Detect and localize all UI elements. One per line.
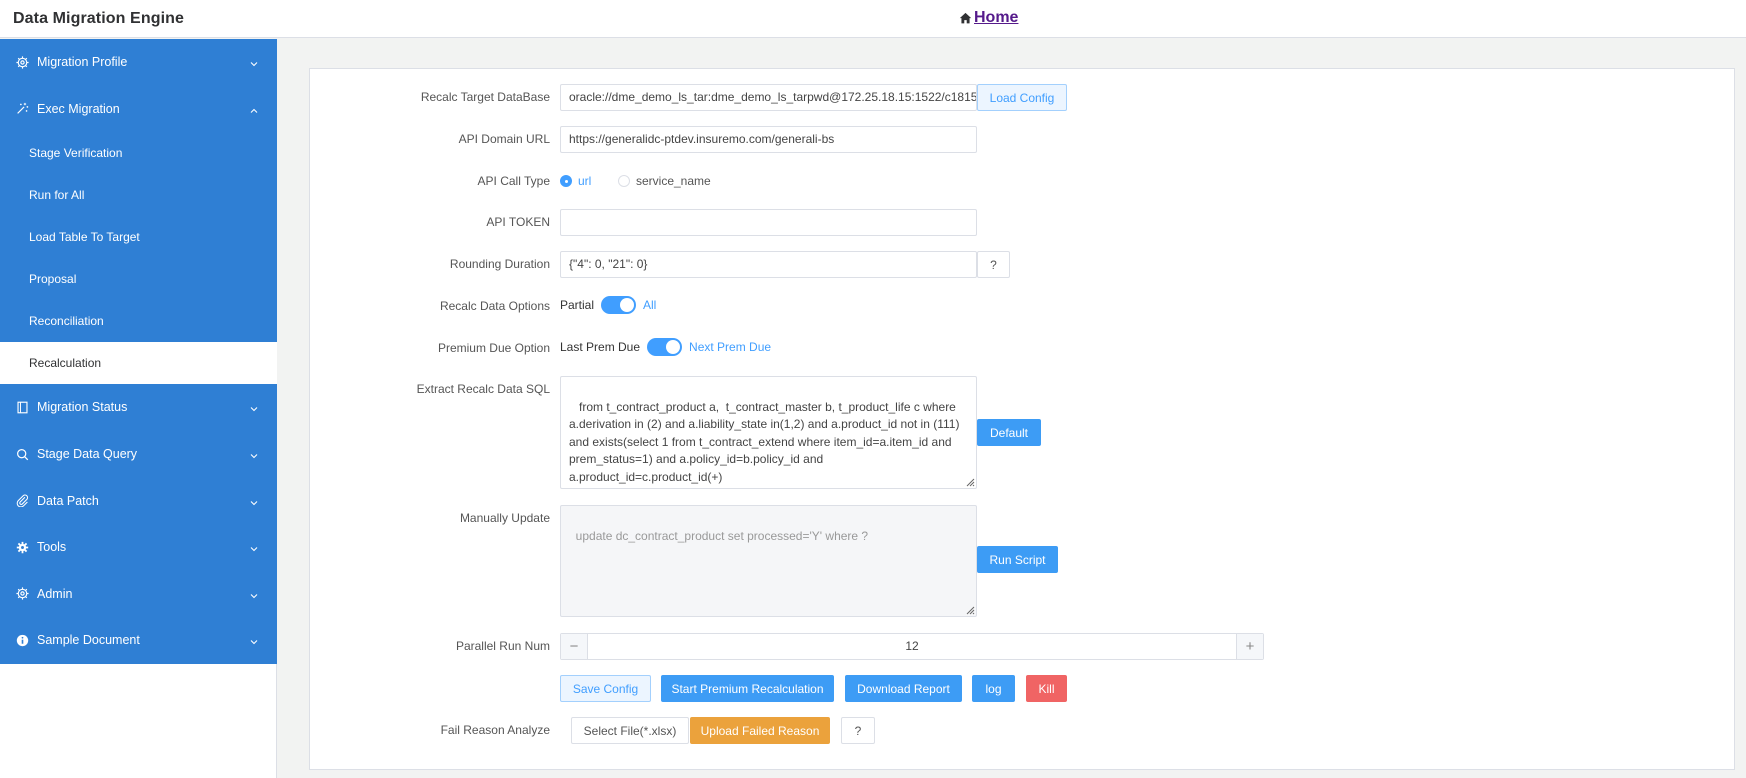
extract-sql-textarea[interactable]: from t_contract_product a, t_contract_ma… [560,376,977,489]
home-icon [959,12,972,25]
target-db-input[interactable]: oracle://dme_demo_ls_tar:dme_demo_ls_tar… [560,84,977,111]
menu-label: Migration Profile [37,55,128,70]
api-domain-label: API Domain URL [458,132,550,146]
recalc-options-on-text: All [643,298,657,312]
extract-sql-label: Extract Recalc Data SQL [416,382,550,396]
menu-label: Exec Migration [37,101,120,116]
rounding-help-button[interactable]: ? [977,251,1010,278]
fail-reason-label: Fail Reason Analyze [440,723,550,737]
menu-migration-status[interactable]: Migration Status [0,384,277,431]
parallel-run-stepper: − 12 + [560,633,1264,660]
select-file-button[interactable]: Select File(*.xlsx) [571,717,689,744]
api-domain-input[interactable]: https://generalidc-ptdev.insuremo.com/ge… [560,126,977,153]
resize-handle-icon[interactable] [965,477,975,487]
paperclip-icon [15,494,29,508]
chevron-down-icon [249,402,259,412]
chevron-down-icon [249,496,259,506]
menu-stage-data-query[interactable]: Stage Data Query [0,431,277,478]
home-link[interactable]: Home [959,9,1018,27]
gear-icon [15,587,29,601]
premium-due-label: Premium Due Option [437,341,550,355]
document-icon [15,400,29,414]
sidebar: Migration Profile Exec Migration Stage V… [0,39,277,778]
run-script-button[interactable]: Run Script [977,546,1058,573]
chevron-down-icon [249,589,259,599]
manual-update-textarea[interactable]: update dc_contract_product set processed… [560,505,977,617]
load-config-button[interactable]: Load Config [977,84,1067,111]
decrement-button[interactable]: − [561,634,588,659]
rounding-label: Rounding Duration [449,257,550,271]
rounding-input[interactable]: {"4": 0, "21": 0} [560,251,977,278]
radio-service-name-dot [618,175,630,187]
premium-due-switch-group: Last Prem Due Next Prem Due [560,338,771,356]
premium-due-switch[interactable] [647,338,683,356]
magic-wand-icon [15,102,29,116]
premium-due-on-text: Next Prem Due [689,340,772,354]
sidebar-item-load-table-to-target[interactable]: Load Table To Target [0,216,277,258]
menu-sample-document[interactable]: Sample Document [0,617,277,664]
cog-icon [15,540,29,554]
radio-url[interactable]: url [560,174,591,188]
sidebar-item-proposal[interactable]: Proposal [0,258,277,300]
recalc-options-label: Recalc Data Options [439,299,550,313]
recalc-options-switch-group: Partial All [560,296,656,314]
gear-icon [15,55,29,69]
chevron-down-icon [249,542,259,552]
menu-label: Admin [37,586,73,601]
download-report-button[interactable]: Download Report [845,675,962,702]
chevron-up-icon [249,104,259,114]
sidebar-item-stage-verification[interactable]: Stage Verification [0,132,277,174]
top-bar: Data Migration Engine Home [0,0,1746,38]
menu-label: Migration Status [37,400,128,415]
sidebar-item-recalculation[interactable]: Recalculation [0,342,277,385]
parallel-run-value[interactable]: 12 [588,634,1236,659]
sidebar-item-reconciliation[interactable]: Reconciliation [0,300,277,342]
premium-due-off-text: Last Prem Due [560,340,641,354]
increment-button[interactable]: + [1236,634,1263,659]
api-token-label: API TOKEN [486,215,550,229]
radio-service-name-label: service_name [636,174,711,188]
chevron-down-icon [249,635,259,645]
chevron-down-icon [249,57,259,67]
radio-url-dot [560,175,572,187]
radio-service-name[interactable]: service_name [618,174,711,188]
menu-label: Tools [37,540,67,555]
recalc-options-off-text: Partial [560,298,595,312]
menu-label: Stage Data Query [37,447,138,462]
kill-button[interactable]: Kill [1026,675,1067,702]
recalc-options-switch[interactable] [601,296,637,314]
search-icon [15,447,29,461]
manual-update-label: Manually Update [459,511,550,525]
menu-exec-migration[interactable]: Exec Migration [0,86,277,133]
info-icon [15,633,29,647]
sidebar-menu: Migration Profile Exec Migration Stage V… [0,39,277,664]
fail-reason-help-button[interactable]: ? [841,717,875,744]
menu-label: Data Patch [37,493,99,508]
app-title: Data Migration Engine [13,10,184,27]
menu-migration-profile[interactable]: Migration Profile [0,39,277,86]
menu-admin[interactable]: Admin [0,571,277,618]
resize-handle-icon[interactable] [965,605,975,615]
menu-tools[interactable]: Tools [0,524,277,571]
extract-sql-text: from t_contract_product a, t_contract_ma… [569,399,963,484]
upload-failed-reason-button[interactable]: Upload Failed Reason [690,717,830,744]
radio-url-label: url [578,174,592,188]
sidebar-item-run-for-all[interactable]: Run for All [0,174,277,216]
log-button[interactable]: log [972,675,1015,702]
home-link-label: Home [974,9,1019,26]
default-sql-button[interactable]: Default [977,419,1041,446]
target-db-label: Recalc Target DataBase [420,90,550,104]
save-config-button[interactable]: Save Config [560,675,651,702]
menu-data-patch[interactable]: Data Patch [0,477,277,524]
start-recalculation-button[interactable]: Start Premium Recalculation [661,675,834,702]
api-token-input[interactable] [560,209,977,236]
parallel-label: Parallel Run Num [455,639,550,653]
api-call-type-label: API Call Type [477,174,550,188]
manual-update-placeholder: update dc_contract_product set processed… [575,528,869,543]
menu-label: Sample Document [37,633,140,648]
chevron-down-icon [249,449,259,459]
